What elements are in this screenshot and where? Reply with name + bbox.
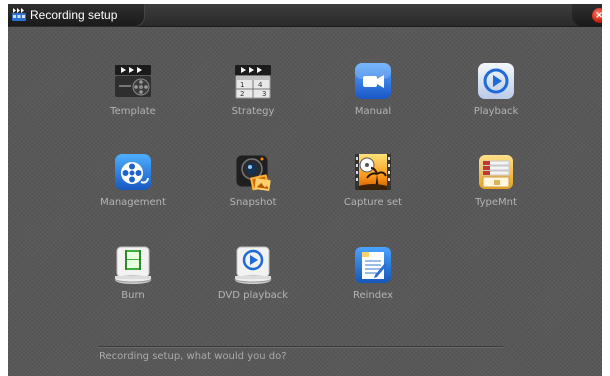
film-sunset-icon (355, 154, 391, 190)
tile-label: Management (100, 197, 166, 208)
close-tab: × (572, 4, 602, 26)
svg-text:1: 1 (240, 81, 244, 89)
tile-label: Snapshot (229, 197, 277, 208)
title-bar: Recording setup × (8, 4, 602, 27)
tile-management[interactable]: Management (73, 152, 193, 212)
tile-label: Reindex (352, 290, 393, 301)
tile-label: Template (110, 106, 156, 117)
tile-label: Playback (473, 106, 519, 117)
dvd-play-icon (234, 246, 272, 284)
recording-setup-window: Recording setup × Template 1 4 2 3 Strat… (8, 4, 602, 376)
title-tab: Recording setup (8, 4, 144, 26)
tile-label: DVD playback (217, 290, 289, 301)
tile-label: TypeMnt (475, 197, 517, 208)
tile-burn[interactable]: Burn (73, 245, 193, 305)
tile-label: Capture set (343, 197, 403, 208)
tile-snapshot[interactable]: Snapshot (193, 152, 313, 212)
tile-typemnt[interactable]: TypeMnt (436, 152, 556, 212)
svg-text:2: 2 (240, 90, 244, 98)
tile-playback[interactable]: Playback (436, 61, 556, 121)
camera-photos-icon (235, 154, 271, 191)
close-button[interactable]: × (592, 8, 602, 23)
close-icon: × (595, 10, 602, 21)
svg-text:4: 4 (258, 81, 263, 89)
tile-label: Strategy (231, 106, 275, 117)
document-index-icon (355, 247, 391, 283)
film-burn-icon (114, 246, 152, 284)
svg-text:3: 3 (262, 90, 266, 98)
video-camera-icon (355, 63, 391, 99)
clapperboard-reel-icon (115, 65, 151, 97)
tile-strategy[interactable]: 1 4 2 3 Strategy (193, 61, 313, 121)
tile-label: Manual (354, 106, 392, 117)
tile-template[interactable]: Template (73, 61, 193, 121)
clapperboard-calendar-icon: 1 4 2 3 (235, 65, 271, 99)
tile-label: Burn (121, 290, 145, 301)
film-arrows-icon (12, 8, 26, 21)
divider (98, 346, 503, 348)
tile-reindex[interactable]: Reindex (313, 245, 433, 305)
film-reel-icon (115, 154, 151, 190)
status-prompt: Recording setup, what would you do? (99, 351, 287, 362)
tile-dvd-playback[interactable]: DVD playback (193, 245, 313, 305)
tile-capture-set[interactable]: Capture set (313, 152, 433, 212)
window-title: Recording setup (30, 8, 118, 22)
tile-manual[interactable]: Manual (313, 61, 433, 121)
folder-tabs-icon (479, 155, 513, 189)
play-circle-icon (478, 63, 514, 99)
